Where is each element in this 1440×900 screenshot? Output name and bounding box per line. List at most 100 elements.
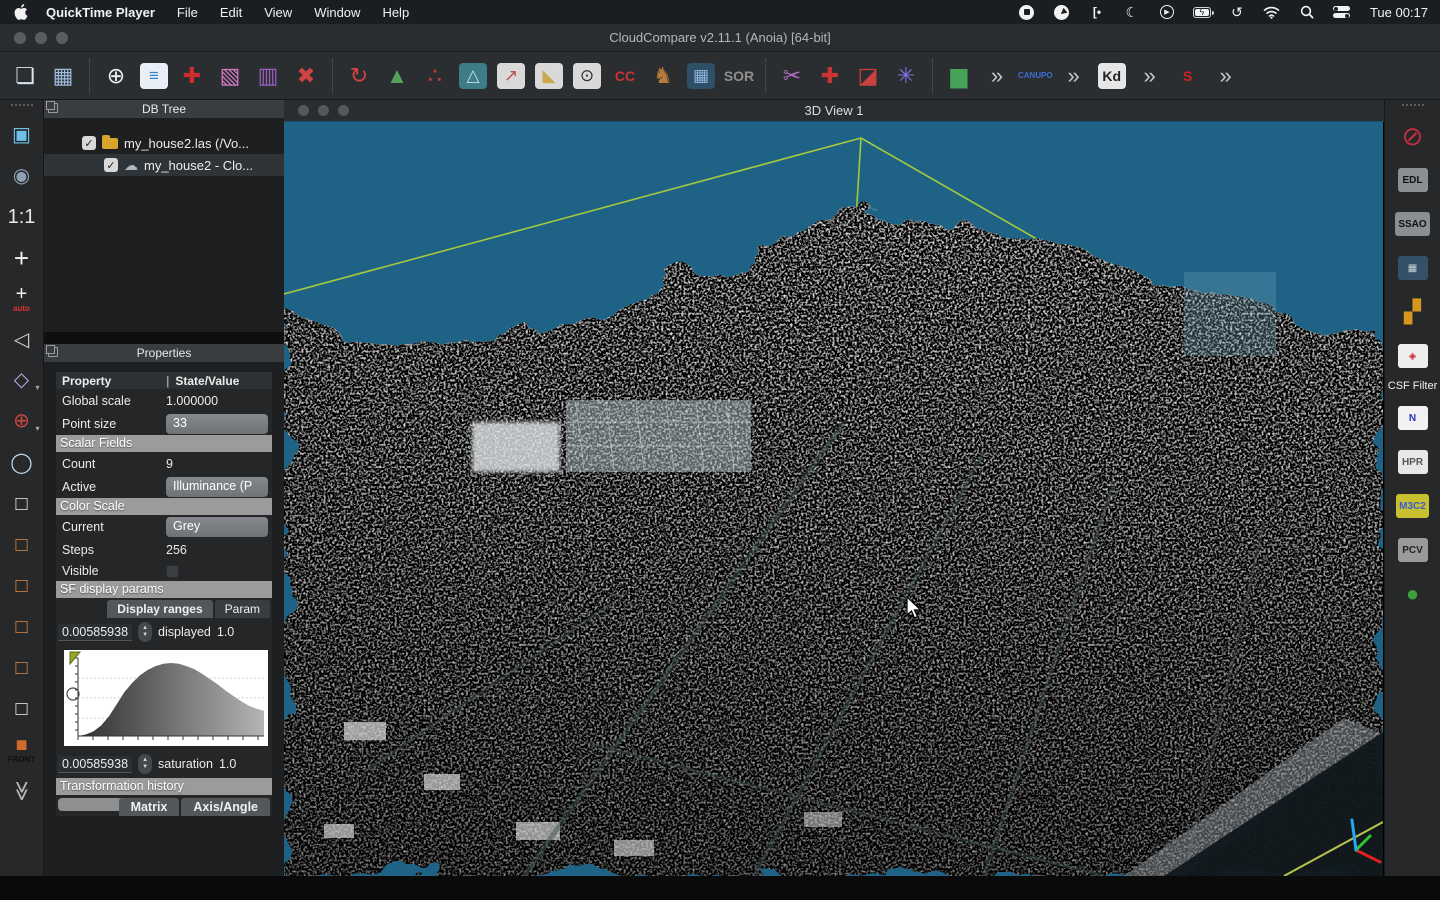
pcv-icon[interactable]: PCV — [1387, 528, 1439, 572]
front-view-icon[interactable]: □ — [2, 565, 42, 606]
no-filter-icon[interactable]: ⊘ — [1387, 114, 1439, 158]
back-view-icon[interactable]: □ — [2, 606, 42, 647]
previous-view-icon[interactable]: ◁ — [2, 319, 42, 360]
left-view-icon[interactable]: □ — [2, 647, 42, 688]
compass-icon[interactable]: ◈ — [1387, 334, 1439, 378]
active-app-name[interactable]: QuickTime Player — [46, 5, 155, 20]
save-icon[interactable]: ▦ — [46, 58, 80, 94]
chevron-icon-2[interactable]: » — [1057, 58, 1091, 94]
rotation-symbol-icon[interactable]: ⊕▾ — [2, 401, 42, 442]
animation-icon[interactable]: ▦ — [1387, 246, 1439, 290]
db-tree-header[interactable]: DB Tree — [44, 100, 284, 118]
scissors-segment-icon[interactable]: ✂ — [775, 58, 809, 94]
toolbar-handle[interactable] — [11, 104, 33, 108]
spotlight-search-icon[interactable] — [1298, 4, 1316, 20]
interpolate-icon[interactable]: ◣ — [532, 58, 566, 94]
telegram-icon[interactable]: ◀ — [1053, 4, 1071, 20]
menu-help[interactable]: Help — [382, 5, 409, 20]
viewport-title-bar[interactable]: 3D View 1 — [284, 100, 1384, 122]
cloud-cloud-distance-icon[interactable]: CC — [608, 58, 642, 94]
control-center-icon[interactable] — [1333, 4, 1351, 20]
mesh-delaunay-icon[interactable]: △ — [456, 58, 490, 94]
auto-pick-center-icon[interactable]: +auto — [2, 278, 42, 319]
fit-plane-icon[interactable]: ↗ — [494, 58, 528, 94]
tree-item[interactable]: ✓my_house2.las (/Vo... — [44, 132, 284, 154]
screenshot-icon[interactable]: ◉ — [2, 155, 42, 196]
float-panel-icon[interactable] — [48, 347, 58, 357]
edl-filter-icon[interactable]: EDL — [1387, 158, 1439, 202]
stop-recording-icon[interactable] — [1018, 4, 1036, 20]
active-sf-select[interactable]: Illuminance (P — [166, 477, 268, 497]
color-scale-select[interactable]: Grey — [166, 517, 268, 537]
steps-value[interactable]: 256 — [166, 543, 268, 557]
tree-item-checkbox[interactable]: ✓ — [82, 136, 96, 150]
menu-view[interactable]: View — [264, 5, 292, 20]
pick-rotation-center-icon[interactable]: ⊕ — [99, 58, 133, 94]
wifi-icon[interactable] — [1263, 4, 1281, 20]
menu-window[interactable]: Window — [314, 5, 360, 20]
play-circle-icon[interactable]: ▶ — [1158, 4, 1176, 20]
tree-item-checkbox[interactable]: ✓ — [104, 158, 118, 172]
battery-charging-icon[interactable]: ϟ — [1193, 4, 1211, 20]
sf-histogram[interactable] — [56, 646, 272, 750]
saturation-min-input[interactable]: 0.00585938 — [58, 756, 132, 773]
facets-icon[interactable]: ● — [1387, 572, 1439, 616]
delete-icon[interactable]: ✖ — [289, 58, 323, 94]
menu-edit[interactable]: Edit — [220, 5, 242, 20]
displayed-max-input[interactable]: 1.0 — [217, 625, 235, 639]
align-icon[interactable]: ▲ — [380, 58, 414, 94]
histogram-icon[interactable]: ▆ — [942, 58, 976, 94]
point-pair-segment-icon[interactable]: ⊙ — [570, 58, 604, 94]
more-tools-chevron-icon[interactable]: » — [980, 58, 1014, 94]
visible-checkbox[interactable] — [166, 565, 179, 578]
raster-grid-icon[interactable]: ▦ — [684, 58, 718, 94]
tree-item[interactable]: ✓☁my_house2 - Clo... — [44, 154, 284, 176]
chevron-icon-3[interactable]: » — [1133, 58, 1167, 94]
tab-matrix[interactable]: Matrix — [119, 798, 180, 816]
front-iso-view-icon[interactable]: ■FRONT — [2, 729, 42, 770]
point-cloud-canvas[interactable] — [284, 122, 1384, 876]
menu-clock[interactable]: Tue 00:17 — [1370, 5, 1428, 20]
tab-param[interactable]: Param — [215, 600, 270, 618]
shortcuts-icon[interactable]: [• — [1088, 4, 1106, 20]
menu-file[interactable]: File — [177, 5, 198, 20]
point-size-select[interactable]: 33 — [166, 414, 268, 434]
display-options-icon[interactable]: ▣ — [2, 114, 42, 155]
spinner-arrows-icon[interactable]: ▲▼ — [138, 622, 152, 642]
sor-filter-icon[interactable]: SOR — [722, 58, 756, 94]
saturation-max-input[interactable]: 1.0 — [219, 757, 237, 771]
classify-icon[interactable]: ♞ — [646, 58, 680, 94]
translate-rotate-icon[interactable]: ✚ — [813, 58, 847, 94]
more-views-chevron-icon[interactable]: ≫ — [2, 770, 42, 811]
spline-icon[interactable]: S — [1171, 58, 1205, 94]
add-constant-sf-icon[interactable]: ✚ — [175, 58, 209, 94]
bottom-view-icon[interactable]: □ — [2, 524, 42, 565]
pick-center-icon[interactable]: + — [2, 237, 42, 278]
toolbar-handle[interactable] — [1402, 104, 1424, 108]
clean-broom-icon[interactable]: ▞ — [1387, 290, 1439, 334]
properties-header[interactable]: Properties — [44, 344, 284, 362]
point-list-picking-icon[interactable]: ✳ — [889, 58, 923, 94]
bounding-box-icon[interactable]: ◇▾ — [2, 360, 42, 401]
clipboard-properties-icon[interactable]: ≡ — [137, 58, 171, 94]
open-icon[interactable]: ❏ — [8, 58, 42, 94]
focus-moon-icon[interactable]: ☾ — [1123, 4, 1141, 20]
register-icon[interactable]: ↻ — [342, 58, 376, 94]
kdtree-icon[interactable]: Kd — [1095, 58, 1129, 94]
top-view-icon[interactable]: □ — [2, 483, 42, 524]
apple-logo-icon[interactable] — [14, 4, 28, 20]
chevron-icon-4[interactable]: » — [1209, 58, 1243, 94]
clone-icon[interactable]: ▥ — [251, 58, 285, 94]
tab-axis-angle[interactable]: Axis/Angle — [181, 798, 270, 816]
spinner-arrows-icon[interactable]: ▲▼ — [138, 754, 152, 774]
displayed-min-input[interactable]: 0.00585938 — [58, 624, 132, 641]
ssao-filter-icon[interactable]: SSAO — [1387, 202, 1439, 246]
cross-section-icon[interactable]: ◪ — [851, 58, 885, 94]
set-colors-icon[interactable]: ▧ — [213, 58, 247, 94]
hpr-icon[interactable]: HPR — [1387, 440, 1439, 484]
tab-display-ranges[interactable]: Display ranges — [107, 600, 212, 618]
zoom-fit-icon[interactable]: ◯ — [2, 442, 42, 483]
zoom-1-1-icon[interactable]: 1:1 — [2, 196, 42, 237]
subsample-icon[interactable]: ∴ — [418, 58, 452, 94]
float-panel-icon[interactable] — [48, 103, 58, 113]
